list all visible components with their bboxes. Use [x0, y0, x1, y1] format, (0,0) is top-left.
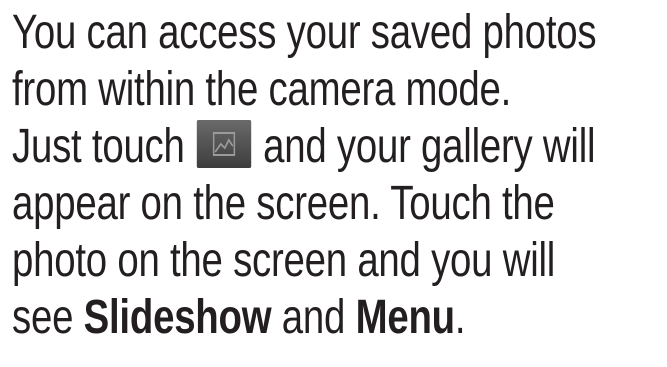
line-5: photo on the screen and you will [12, 234, 556, 287]
line-6-start: see [12, 291, 84, 344]
line-1: You can access your saved photos [12, 6, 597, 59]
menu-term: Menu [355, 291, 456, 344]
line-6: see Slideshow and Menu. [12, 289, 532, 346]
line-3-before: Just touch [12, 120, 185, 173]
line-3-after: and your gallery will [263, 120, 596, 173]
instruction-paragraph: You can access your saved photos from wi… [12, 4, 662, 346]
line-6-end: . [454, 291, 466, 344]
line-6-and: and [271, 291, 356, 344]
slideshow-term: Slideshow [83, 291, 272, 344]
gallery-icon [196, 120, 252, 168]
line-4: appear on the screen. Touch the [12, 177, 555, 230]
line-3: Just touch and your gallery will [12, 118, 596, 175]
line-2: from within the camera mode. [12, 63, 512, 116]
